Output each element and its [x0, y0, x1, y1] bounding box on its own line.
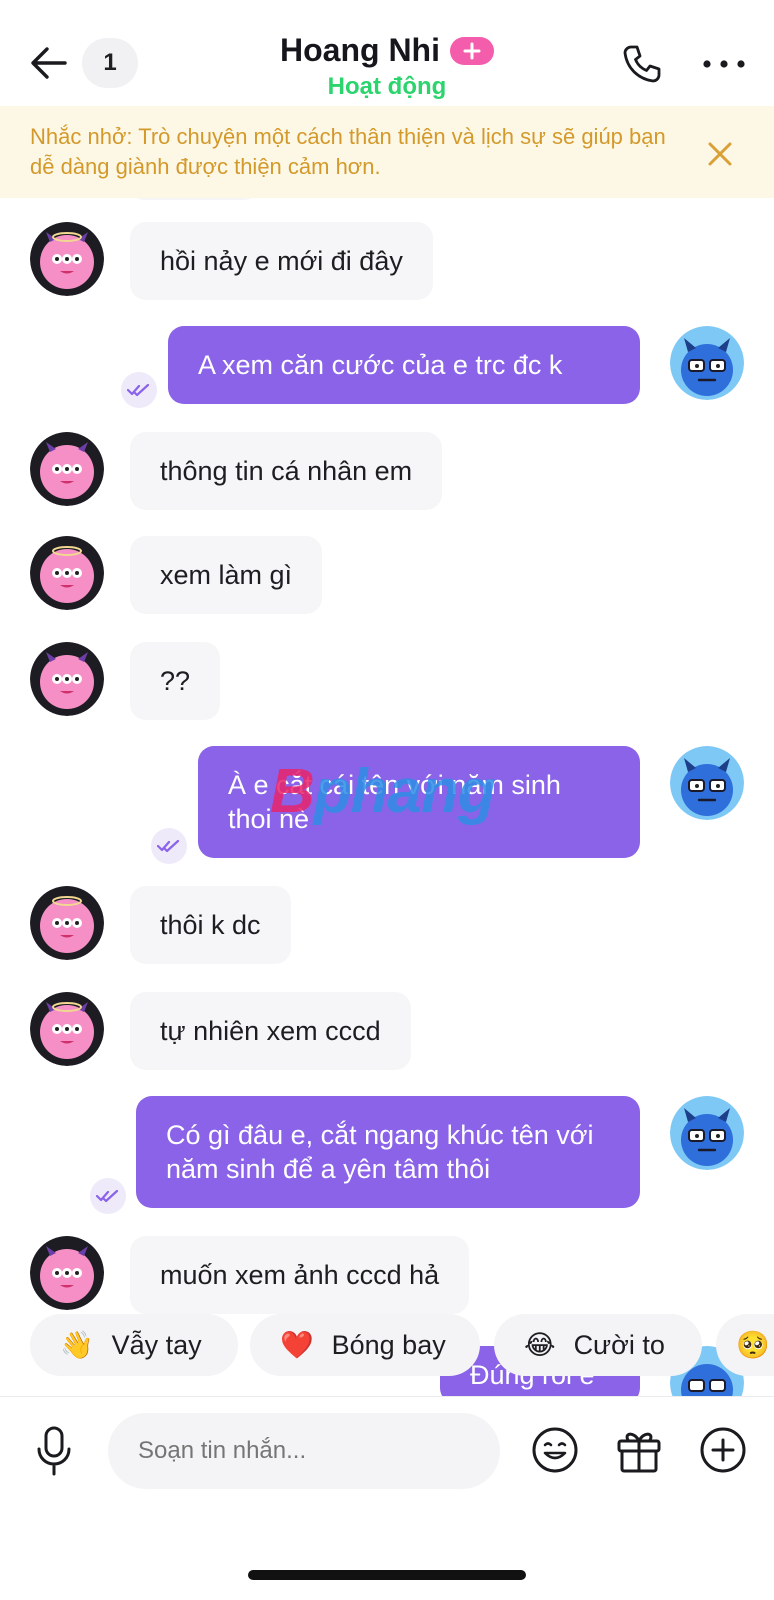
watermark-part-1: B [270, 757, 315, 826]
wave-emoji-icon: 👋 [60, 1330, 94, 1360]
pink-monster-avatar-icon [30, 642, 104, 716]
message-input[interactable] [108, 1413, 500, 1489]
plus-circle-icon [700, 1427, 746, 1473]
double-check-icon [96, 1189, 119, 1203]
outgoing-message[interactable]: Có gì đâu e, cắt ngang khúc tên với năm … [136, 1096, 640, 1208]
double-check-icon [157, 839, 180, 853]
reminder-banner: Nhắc nhở: Trò chuyện một cách thân thiện… [0, 106, 774, 198]
quick-reply-wave[interactable]: 👋 Vẫy tay [30, 1314, 238, 1376]
my-avatar[interactable] [670, 746, 744, 820]
watermark-part-2: phang [313, 757, 496, 826]
watermark-logo: Bphang [270, 756, 496, 827]
pink-monster-avatar-icon [30, 536, 104, 610]
banner-close-button[interactable] [702, 136, 738, 172]
quick-reactions-bar: 👋 Vẫy tay ❤️ Bóng bay 😂 Cười to 🥺 [0, 1314, 774, 1376]
read-receipt [90, 1178, 126, 1214]
heart-emoji-icon: ❤️ [280, 1330, 314, 1360]
quick-reply-balloon[interactable]: ❤️ Bóng bay [250, 1314, 480, 1376]
quick-reply-label: Vẫy tay [111, 1329, 202, 1360]
my-avatar[interactable] [670, 326, 744, 400]
plus-badge [449, 36, 494, 65]
contact-name: Hoang Nhi [280, 32, 440, 68]
contact-avatar[interactable] [30, 992, 104, 1066]
pink-monster-avatar-icon [30, 992, 104, 1066]
phone-icon [623, 45, 661, 83]
incoming-message[interactable]: muốn xem ảnh cccd hả [130, 1236, 470, 1314]
smiley-icon [532, 1427, 578, 1473]
reminder-text: Nhắc nhở: Trò chuyện một cách thân thiện… [30, 124, 666, 179]
microphone-icon [37, 1426, 71, 1476]
pink-monster-avatar-icon [30, 432, 104, 506]
quick-reply-laugh[interactable]: 😂 Cười to [494, 1314, 702, 1376]
contact-avatar[interactable] [30, 432, 104, 506]
plus-icon [463, 42, 481, 59]
pink-monster-avatar-icon [30, 886, 104, 960]
incoming-message[interactable]: thôi k dc [130, 886, 291, 964]
laughing-emoji-icon: 😂 [524, 1329, 556, 1360]
gift-button[interactable] [612, 1423, 666, 1477]
quick-reply-label: Bóng bay [331, 1329, 446, 1360]
blue-monster-avatar-icon [670, 1096, 744, 1170]
double-check-icon [127, 383, 150, 397]
incoming-message[interactable]: thông tin cá nhân em [130, 432, 443, 510]
contact-avatar[interactable] [30, 642, 104, 716]
pink-monster-avatar-icon [30, 1236, 104, 1310]
close-icon [708, 142, 732, 166]
contact-avatar[interactable] [30, 536, 104, 610]
more-horizontal-icon [703, 60, 745, 68]
read-receipt [121, 372, 157, 408]
contact-avatar[interactable] [30, 222, 104, 296]
message-list[interactable]: hồi nảy e mới đi đây A xem căn cước của … [0, 198, 774, 1422]
call-button[interactable] [618, 40, 666, 88]
quick-reply-pleading[interactable]: 🥺 [716, 1314, 774, 1376]
chat-header: 1 Hoang Nhi Hoạt động [0, 0, 774, 106]
quick-reply-label: Cười to [573, 1329, 665, 1360]
home-indicator[interactable] [248, 1570, 526, 1580]
message-composer [0, 1396, 774, 1526]
my-avatar[interactable] [670, 1096, 744, 1170]
gift-icon [617, 1432, 661, 1473]
attach-button[interactable] [696, 1423, 750, 1477]
contact-avatar[interactable] [30, 886, 104, 960]
voice-message-button[interactable] [30, 1423, 78, 1479]
pleading-emoji-icon: 🥺 [736, 1330, 770, 1360]
previous-message-bubble [130, 198, 258, 200]
incoming-message[interactable]: xem làm gì [130, 536, 323, 614]
contact-avatar[interactable] [30, 1236, 104, 1310]
blue-monster-avatar-icon [670, 746, 744, 820]
more-options-button[interactable] [698, 40, 750, 88]
incoming-message[interactable]: tự nhiên xem cccd [130, 992, 411, 1070]
read-receipt [151, 828, 187, 864]
outgoing-message[interactable]: A xem căn cước của e trc đc k [168, 326, 640, 404]
incoming-message[interactable]: ?? [130, 642, 221, 720]
emoji-button[interactable] [528, 1423, 582, 1477]
blue-monster-avatar-icon [670, 326, 744, 400]
pink-monster-avatar-icon [30, 222, 104, 296]
incoming-message[interactable]: hồi nảy e mới đi đây [130, 222, 433, 300]
